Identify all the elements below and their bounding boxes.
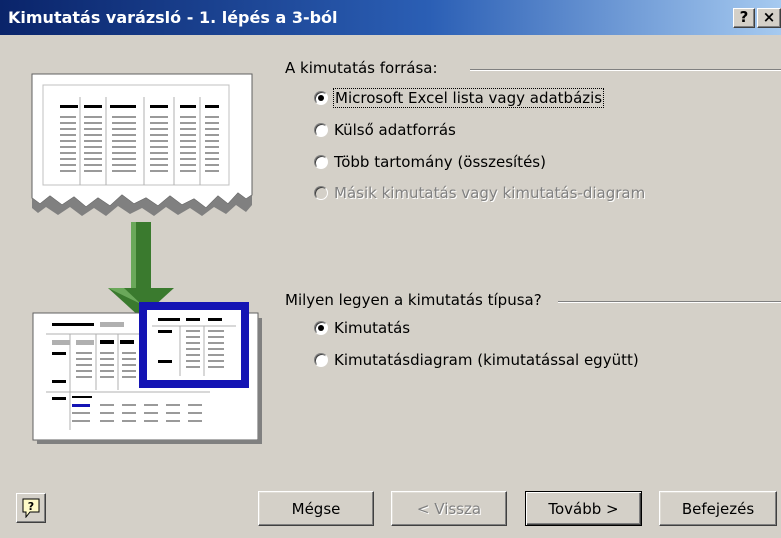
radio-pivot-table[interactable]: Kimutatás [314,319,410,337]
source-group-label: A kimutatás forrása: [285,59,438,77]
next-button[interactable]: Tovább > [525,491,642,526]
context-help-button[interactable]: ? [733,8,755,28]
help-glyph: ? [739,8,749,26]
cancel-button-label: Mégse [291,499,341,518]
radio-label: Kimutatás [334,319,411,337]
radio-other-pivot: Másik kimutatás vagy kimutatás-diagram [314,184,645,202]
finish-button-label: Befejezés [681,499,755,518]
radio-button[interactable] [314,123,328,137]
close-button[interactable]: × [757,8,781,28]
close-icon: × [762,8,776,26]
finish-button[interactable]: Befejezés [659,491,777,526]
radio-button[interactable] [314,353,328,367]
radio-label: Több tartomány (összesítés) [334,153,546,171]
radio-button[interactable] [314,91,328,105]
help-balloon-glyph: ? [28,500,34,513]
radio-pivot-chart[interactable]: Kimutatásdiagram (kimutatással együtt) [314,351,639,369]
radio-label: Külső adatforrás [334,121,456,139]
cancel-button[interactable]: Mégse [258,491,374,526]
radio-button [314,186,328,200]
radio-excel-list[interactable]: Microsoft Excel lista vagy adatbázis [314,88,605,108]
pivot-report-illustration [32,302,262,444]
type-group-label: Milyen legyen a kimutatás típusa? [285,291,542,309]
radio-button[interactable] [314,321,328,335]
office-assistant-button[interactable]: ? [16,493,46,523]
source-list-illustration [31,73,253,216]
radio-label: Másik kimutatás vagy kimutatás-diagram [334,184,646,202]
pivot-illustration [31,73,262,444]
help-balloon-icon: ? [22,498,40,518]
back-button: < Vissza [391,491,507,526]
next-button-label: Tovább > [548,499,619,518]
radio-label: Microsoft Excel lista vagy adatbázis [332,88,605,108]
radio-button[interactable] [314,155,328,169]
radio-label: Kimutatásdiagram (kimutatással együtt) [334,351,639,369]
type-group-divider [558,301,781,303]
radio-external-source[interactable]: Külső adatforrás [314,121,456,139]
back-button-label: < Vissza [416,499,482,518]
source-group-divider [470,69,781,71]
radio-multiple-ranges[interactable]: Több tartomány (összesítés) [314,153,546,171]
